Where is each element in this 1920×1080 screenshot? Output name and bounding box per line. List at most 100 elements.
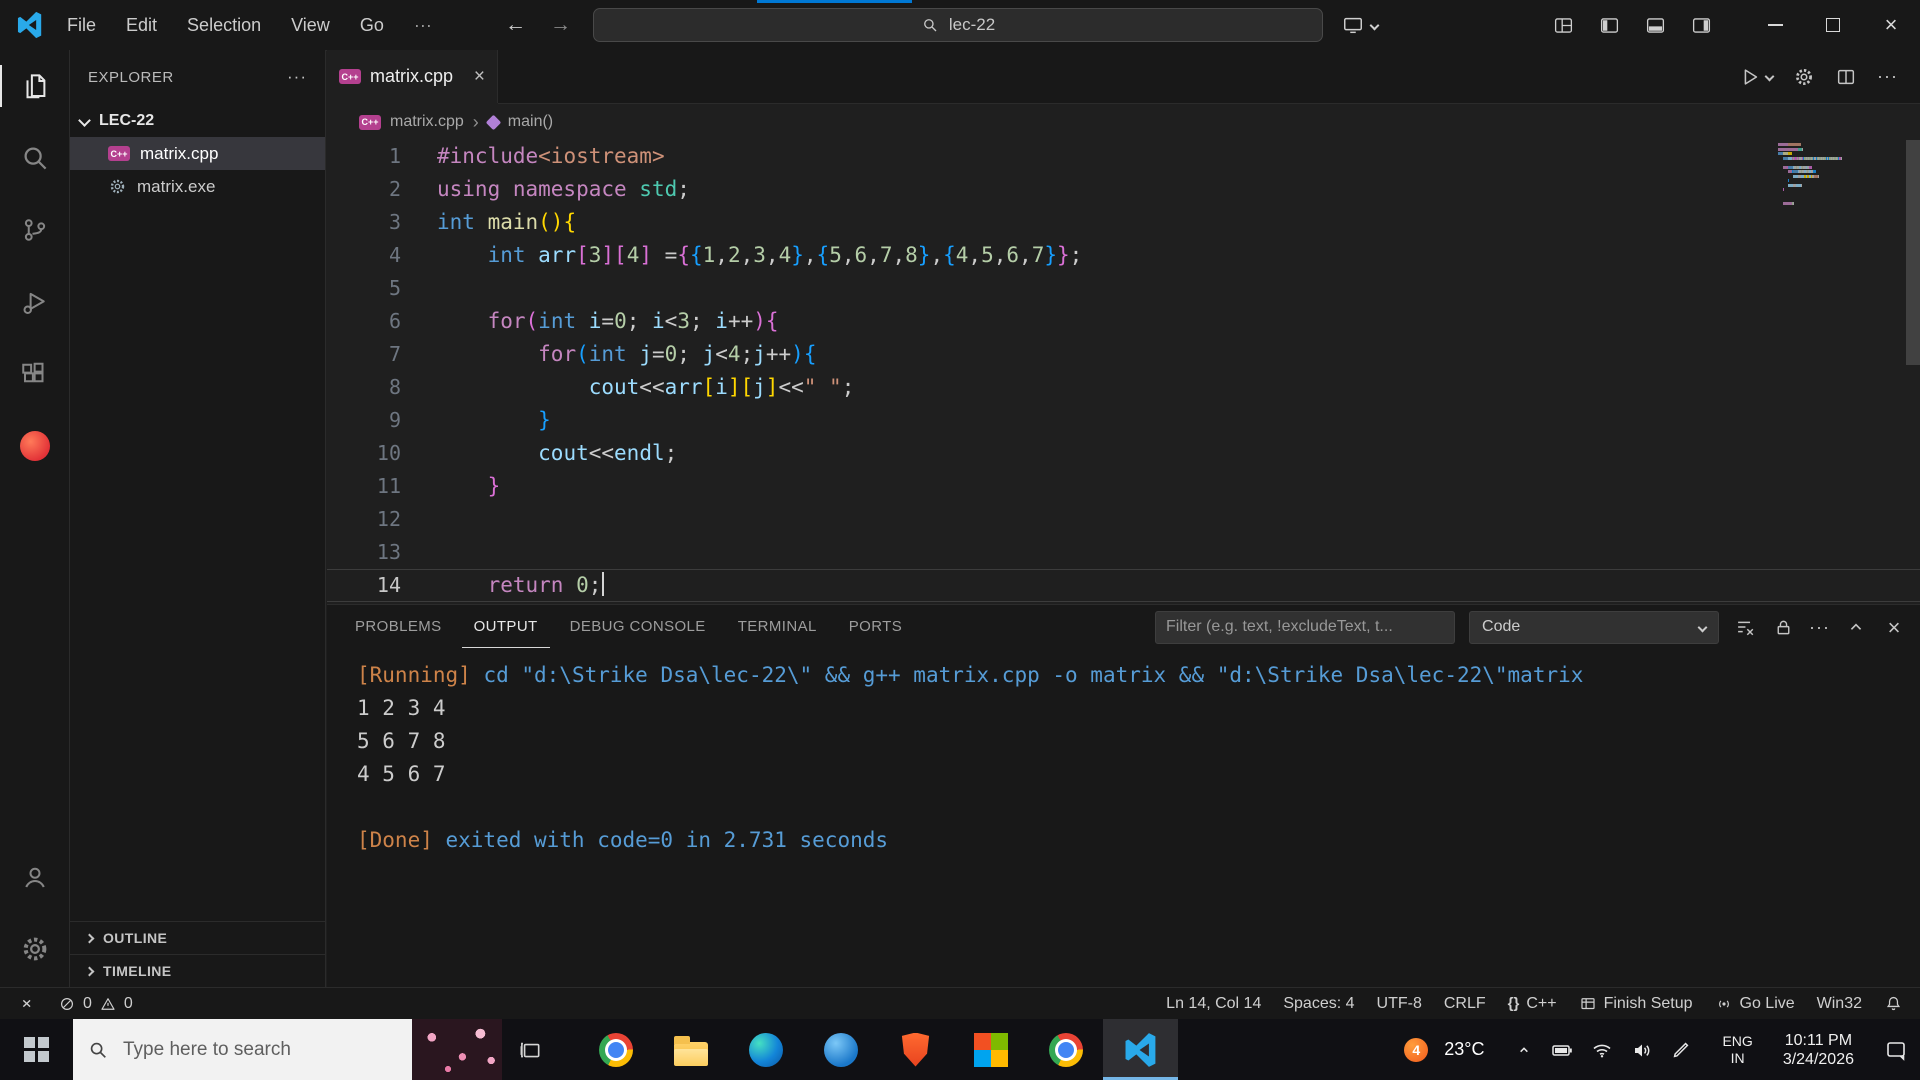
code-line[interactable]: 7 for(int j=0; j<4;j++){ (327, 338, 1920, 371)
indentation-button[interactable]: Spaces: 4 (1272, 995, 1365, 1013)
taskbar-browser-1-button[interactable] (578, 1019, 653, 1080)
activity-source-control-button[interactable] (0, 194, 69, 266)
code-line[interactable]: 2 using namespace std; (327, 173, 1920, 206)
split-editor-button[interactable] (1835, 66, 1857, 88)
menu-view[interactable]: View (276, 0, 345, 50)
activity-search-button[interactable] (0, 122, 69, 194)
tab-matrix-cpp[interactable]: C++ matrix.cpp × (327, 50, 498, 103)
start-button[interactable] (0, 1019, 73, 1080)
taskbar-vscode-button[interactable] (1103, 1019, 1178, 1080)
problems-button[interactable]: 0 0 (47, 995, 144, 1013)
tab-close-button[interactable]: × (474, 66, 485, 88)
settings-button[interactable] (0, 913, 69, 985)
language-mode-button[interactable]: {} C++ (1497, 995, 1568, 1013)
volume-icon[interactable] (1630, 1038, 1654, 1062)
taskbar-file-explorer-button[interactable] (653, 1019, 728, 1080)
cursor-position-button[interactable]: Ln 14, Col 14 (1155, 995, 1272, 1013)
code-line[interactable]: 5 (327, 272, 1920, 305)
taskbar-edge-button[interactable] (728, 1019, 803, 1080)
output-filter-input[interactable] (1155, 610, 1456, 644)
taskbar-brave-button[interactable] (878, 1019, 953, 1080)
code-line[interactable]: 9 } (327, 404, 1920, 437)
task-view-button[interactable] (502, 1019, 558, 1080)
section-timeline[interactable]: TIMELINE (70, 954, 325, 987)
editor-settings-button[interactable] (1793, 66, 1815, 88)
titlebar-device-button[interactable] (1342, 9, 1380, 41)
code-line[interactable]: 1 #include<iostream> (327, 140, 1920, 173)
minimize-button[interactable] (1746, 0, 1804, 50)
toggle-panel-button[interactable] (1636, 8, 1674, 42)
notifications-bell-button[interactable] (1873, 994, 1914, 1013)
code-line[interactable]: 11 } (327, 470, 1920, 503)
action-center-button[interactable] (1884, 1038, 1908, 1062)
code-line[interactable]: 8 cout<<arr[i][j]<<" "; (327, 371, 1920, 404)
panel-tab-ports[interactable]: PORTS (837, 605, 914, 648)
back-arrow-button[interactable]: ← (505, 13, 526, 37)
maximize-panel-button[interactable] (1844, 615, 1868, 639)
activity-extensions-button[interactable] (0, 338, 69, 410)
panel-tab-output[interactable]: OUTPUT (461, 605, 550, 648)
encoding-button[interactable]: UTF-8 (1366, 995, 1433, 1013)
editor-more-actions-button[interactable]: ··· (1877, 66, 1898, 87)
search-command-center[interactable]: lec-22 (593, 8, 1323, 42)
pen-icon[interactable] (1670, 1039, 1692, 1061)
taskbar-blue-app-button[interactable] (803, 1019, 878, 1080)
taskbar-search-input[interactable] (121, 1037, 365, 1062)
toggle-sidebar-button[interactable] (1590, 8, 1628, 42)
activity-explorer-button[interactable] (0, 50, 69, 122)
tray-expand-button[interactable] (1514, 1040, 1534, 1060)
menu-selection[interactable]: Selection (172, 0, 276, 50)
panel-tab-terminal[interactable]: TERMINAL (726, 605, 829, 648)
run-code-button[interactable] (1739, 66, 1775, 88)
weather-temp[interactable]: 23°C (1444, 1039, 1484, 1060)
close-window-button[interactable]: × (1862, 0, 1920, 50)
code-line[interactable]: 6 for(int i=0; i<3; i++){ (327, 305, 1920, 338)
account-button[interactable] (0, 841, 69, 913)
finish-setup-button[interactable]: Finish Setup (1568, 995, 1704, 1013)
panel-tab-debug-console[interactable]: DEBUG CONSOLE (558, 605, 718, 648)
menu-file[interactable]: File (52, 0, 111, 50)
close-panel-button[interactable]: × (1882, 615, 1906, 640)
taskbar-ms-office-button[interactable] (953, 1019, 1028, 1080)
menu-more[interactable]: ··· (399, 0, 447, 50)
code-line[interactable]: 12 (327, 503, 1920, 536)
clear-output-button[interactable] (1733, 615, 1757, 639)
platform-button[interactable]: Win32 (1806, 995, 1873, 1013)
go-live-button[interactable]: Go Live (1704, 995, 1806, 1013)
clock[interactable]: 10:11 PM 3/24/2026 (1783, 1031, 1854, 1069)
code-editor[interactable]: 1 #include<iostream> 2 using namespace std;… (327, 140, 1920, 605)
scrollbar-thumb[interactable] (1906, 140, 1920, 365)
code-line[interactable]: 3 int main(){ (327, 206, 1920, 239)
battery-icon[interactable] (1550, 1038, 1574, 1062)
panel-more-actions-button[interactable]: ··· (1809, 617, 1830, 638)
code-line[interactable]: 10 cout<<endl; (327, 437, 1920, 470)
code-line[interactable]: 14 return 0; (327, 569, 1920, 602)
lock-autoscroll-button[interactable] (1771, 615, 1795, 639)
code-line[interactable]: 13 (327, 536, 1920, 569)
taskbar-search[interactable] (73, 1019, 502, 1080)
notification-badge[interactable]: 4 (1404, 1037, 1429, 1062)
editor-scrollbar[interactable] (1906, 140, 1920, 605)
panel-tab-problems[interactable]: PROBLEMS (343, 605, 454, 648)
output-channel-select[interactable]: Code (1469, 610, 1720, 644)
forward-arrow-button[interactable]: → (550, 13, 571, 37)
activity-extension-logo-button[interactable] (0, 410, 69, 482)
language-indicator[interactable]: ENG IN (1722, 1033, 1752, 1067)
code-line[interactable]: 4 int arr[3][4] ={{1,2,3,4},{5,6,7,8},{4… (327, 239, 1920, 272)
section-outline[interactable]: OUTLINE (70, 921, 325, 954)
menu-edit[interactable]: Edit (111, 0, 172, 50)
customize-layout-button[interactable] (1544, 8, 1582, 42)
toggle-secondary-sidebar-button[interactable] (1682, 8, 1720, 42)
taskbar-chrome-button[interactable] (1028, 1019, 1103, 1080)
eol-button[interactable]: CRLF (1433, 995, 1497, 1013)
minimap[interactable] (1778, 143, 1898, 206)
restore-button[interactable] (1804, 0, 1862, 50)
explorer-more-button[interactable]: ··· (287, 67, 307, 87)
file-matrix.cpp[interactable]: C++ matrix.cpp (70, 137, 325, 170)
remote-window-button[interactable] (6, 994, 47, 1013)
activity-run-debug-button[interactable] (0, 266, 69, 338)
wifi-icon[interactable] (1590, 1038, 1614, 1062)
breadcrumb-symbol[interactable]: main() (508, 113, 553, 131)
output-content[interactable]: [Running] cd "d:\Strike Dsa\lec-22\" && … (327, 649, 1920, 857)
folder-root[interactable]: LEC-22 (70, 104, 325, 137)
